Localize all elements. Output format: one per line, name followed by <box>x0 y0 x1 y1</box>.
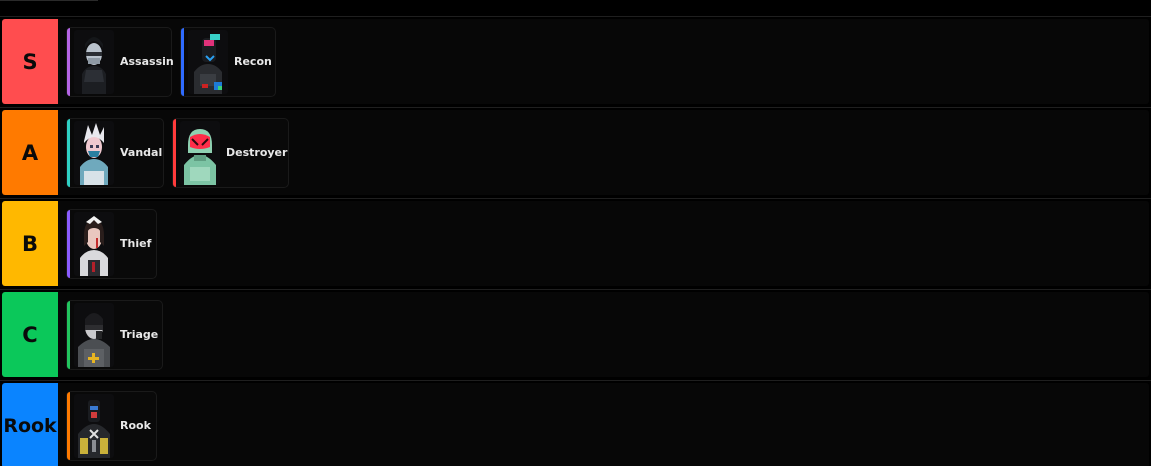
character-card-vandal[interactable]: Vandal <box>66 117 164 188</box>
tier-lane-rook[interactable]: Rook <box>58 383 1149 466</box>
card-accent <box>67 209 70 278</box>
character-card-assassin[interactable]: Assassin <box>66 26 174 97</box>
tier-row-b: B Thief <box>0 198 1151 289</box>
rook-portrait-icon <box>74 393 114 458</box>
card-label: Recon <box>234 55 272 68</box>
tier-label-rook[interactable]: Rook <box>2 383 58 466</box>
triage-portrait-icon <box>74 302 114 367</box>
thief-portrait-icon <box>74 211 114 276</box>
character-card-triage[interactable]: Triage <box>66 299 163 370</box>
character-card-destroyer[interactable]: Destroyer <box>172 117 289 188</box>
tier-row-c: C Triage <box>0 289 1151 380</box>
tier-row-s: S Assassin Recon <box>0 16 1151 107</box>
card-accent <box>67 118 70 187</box>
card-label: Rook <box>120 419 151 432</box>
card-label: Vandal <box>120 146 163 159</box>
card-label: Thief <box>120 237 152 250</box>
card-label: Triage <box>120 328 159 341</box>
vandal-portrait-icon <box>74 120 114 185</box>
character-card-thief[interactable]: Thief <box>66 208 157 279</box>
tier-list: S Assassin Recon A Vandal Destroyer B Th… <box>0 16 1151 466</box>
assassin-portrait-icon <box>74 29 114 94</box>
tier-lane-b[interactable]: Thief <box>58 201 1149 286</box>
card-label: Assassin <box>120 55 174 68</box>
tier-lane-s[interactable]: Assassin Recon <box>58 19 1149 104</box>
card-accent <box>67 391 70 460</box>
tier-lane-c[interactable]: Triage <box>58 292 1149 377</box>
tier-label-a[interactable]: A <box>2 110 58 195</box>
card-accent <box>67 27 70 96</box>
tier-row-rook: Rook Rook <box>0 380 1151 466</box>
tier-label-s[interactable]: S <box>2 19 58 104</box>
card-accent <box>173 118 176 187</box>
destroyer-portrait-icon <box>180 120 220 185</box>
top-tab-indicator <box>0 0 98 1</box>
recon-portrait-icon <box>188 29 228 94</box>
card-label: Destroyer <box>226 146 288 159</box>
tier-label-c[interactable]: C <box>2 292 58 377</box>
character-card-rook[interactable]: Rook <box>66 390 157 461</box>
card-accent <box>181 27 184 96</box>
tier-row-a: A Vandal Destroyer <box>0 107 1151 198</box>
tier-list-page: S Assassin Recon A Vandal Destroyer B Th… <box>0 0 1151 466</box>
tier-lane-a[interactable]: Vandal Destroyer <box>58 110 1149 195</box>
character-card-recon[interactable]: Recon <box>180 26 276 97</box>
top-bar <box>0 0 1151 16</box>
card-accent <box>67 300 70 369</box>
tier-label-b[interactable]: B <box>2 201 58 286</box>
